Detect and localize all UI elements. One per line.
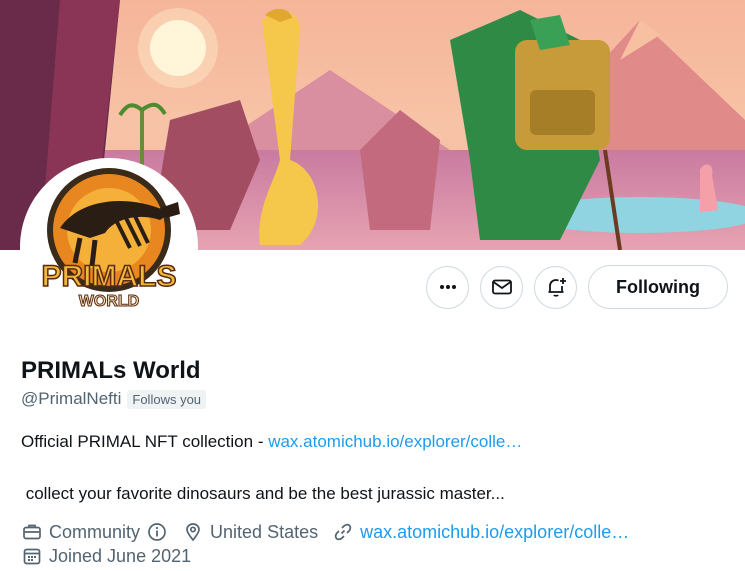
info-icon[interactable]	[146, 521, 168, 543]
handle-row: @PrimalNefti Follows you	[21, 389, 207, 409]
bio-link[interactable]: wax.atomichub.io/explorer/colle…	[268, 432, 522, 451]
bio-line-1: Official PRIMAL NFT collection - wax.ato…	[21, 432, 522, 452]
primals-world-logo: PRIMALS WORLD	[20, 158, 198, 336]
profile-meta: Community United States wax.atomichub.io…	[21, 521, 643, 543]
location-pin-icon	[182, 521, 204, 543]
envelope-icon	[491, 276, 513, 298]
link-icon	[332, 521, 354, 543]
user-handle: @PrimalNefti	[21, 389, 122, 408]
website-link[interactable]: wax.atomichub.io/explorer/colle…	[360, 522, 629, 543]
joined-label: Joined June 2021	[49, 545, 192, 566]
category-label: Community	[49, 521, 141, 542]
more-button[interactable]	[426, 265, 469, 309]
following-button[interactable]: Following	[588, 265, 728, 309]
bio-text: Official PRIMAL NFT collection -	[21, 432, 269, 451]
briefcase-icon	[21, 521, 43, 543]
profile-avatar[interactable]: PRIMALS WORLD	[20, 158, 198, 336]
follows-you-badge: Follows you	[127, 389, 207, 409]
message-button[interactable]	[480, 265, 523, 309]
location-item: United States	[182, 521, 318, 543]
svg-text:PRIMALS: PRIMALS	[42, 260, 177, 293]
notifications-button[interactable]	[534, 265, 577, 309]
more-icon	[437, 276, 459, 298]
display-name: PRIMALs World	[21, 357, 201, 384]
profile-actions: Following	[426, 265, 728, 309]
category-item: Community	[21, 521, 168, 543]
calendar-icon	[21, 545, 43, 567]
bio-line-2: collect your favorite dinosaurs and be t…	[21, 484, 505, 503]
website-item: wax.atomichub.io/explorer/colle…	[332, 521, 629, 543]
location-label: United States	[210, 521, 319, 542]
svg-text:WORLD: WORLD	[79, 293, 139, 310]
bell-plus-icon	[545, 276, 567, 298]
joined-item: Joined June 2021	[21, 545, 191, 567]
